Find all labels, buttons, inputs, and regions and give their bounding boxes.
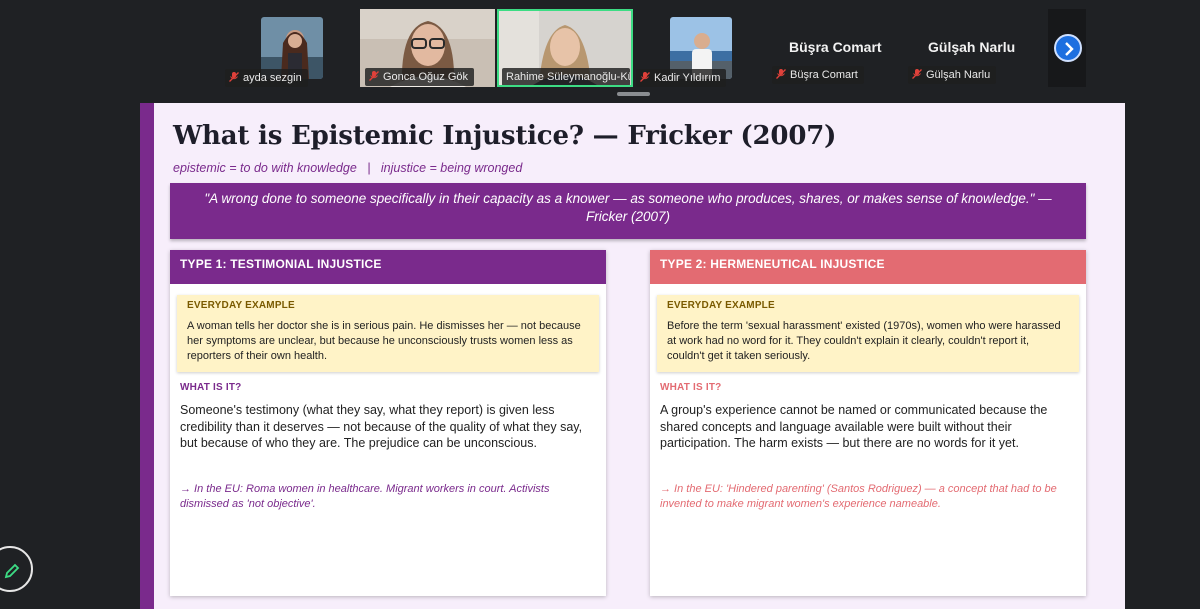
participant-name-chip: Rahime Süleymanoğlu-Kü... xyxy=(502,68,630,85)
pencil-icon xyxy=(4,563,20,579)
mic-off-icon xyxy=(640,72,650,82)
participant-strip: ayda sezgin Gonca Oğuz Gök Rahime Süleym… xyxy=(0,0,1200,100)
participant-name-chip: Gülşah Narlu xyxy=(908,66,997,84)
next-participants-button[interactable] xyxy=(1054,34,1082,62)
participant-display-name: Büşra Comart xyxy=(789,39,882,55)
example-box: EVERYDAY EXAMPLE A woman tells her docto… xyxy=(177,295,599,372)
participant-display-name: Gülşah Narlu xyxy=(928,39,1016,55)
slide-accent-bar xyxy=(140,103,154,609)
participant-name: Gonca Oğuz Gök xyxy=(383,71,468,83)
example-text: A woman tells her doctor she is in serio… xyxy=(187,320,581,362)
card-testimonial-injustice: TYPE 1: TESTIMONIAL INJUSTICE EVERYDAY E… xyxy=(170,250,606,596)
example-text: Before the term 'sexual harassment' exis… xyxy=(667,320,1061,362)
mic-off-icon xyxy=(776,69,786,79)
participant-name-chip: Gonca Oğuz Gök xyxy=(365,68,474,86)
slide-subtitle: epistemic = to do with knowledge | injus… xyxy=(173,161,523,175)
chevron-right-icon xyxy=(1065,42,1074,56)
eu-example-text: → In the EU: 'Hindered parenting' (Santo… xyxy=(660,483,1057,510)
example-label: EVERYDAY EXAMPLE xyxy=(667,300,775,311)
mic-off-icon xyxy=(912,69,922,79)
participant-name: Kadir Yıldırım xyxy=(654,72,721,84)
participant-video[interactable]: Gonca Oğuz Gök xyxy=(360,9,495,87)
participant-name-chip: Kadir Yıldırım xyxy=(636,69,727,87)
example-label: EVERYDAY EXAMPLE xyxy=(187,300,295,311)
quote-box: "A wrong done to someone specifically in… xyxy=(170,183,1086,239)
what-text: Someone's testimony (what they say, what… xyxy=(180,403,583,450)
what-label: WHAT IS IT? xyxy=(180,382,242,393)
mic-off-icon xyxy=(229,72,239,82)
participant-name: ayda sezgin xyxy=(243,72,302,84)
annotate-button[interactable] xyxy=(0,546,33,592)
what-label: WHAT IS IT? xyxy=(660,382,722,393)
card-header: TYPE 2: HERMENEUTICAL INJUSTICE xyxy=(650,250,1086,284)
participant-name: Rahime Süleymanoğlu-Kü... xyxy=(506,71,630,83)
participant-tile[interactable]: Kadir Yıldırım xyxy=(636,9,746,87)
participant-name-chip: ayda sezgin xyxy=(225,69,308,87)
participant-tile[interactable]: ayda sezgin xyxy=(225,9,330,87)
participant-name: Büşra Comart xyxy=(790,69,858,81)
participant-name: Gülşah Narlu xyxy=(926,69,991,81)
strip-resize-handle[interactable] xyxy=(617,92,650,96)
shared-slide: What is Epistemic Injustice? — Fricker (… xyxy=(140,103,1125,609)
what-text: A group's experience cannot be named or … xyxy=(660,403,1048,450)
eu-example-text: → In the EU: Roma women in healthcare. M… xyxy=(180,483,550,510)
participant-name-chip: Büşra Comart xyxy=(772,66,864,84)
slide-title: What is Epistemic Injustice? — Fricker (… xyxy=(173,121,837,151)
participant-tile[interactable]: Gülşah Narlu Gülşah Narlu xyxy=(906,9,1026,87)
participant-video-active-speaker[interactable]: Rahime Süleymanoğlu-Kü... xyxy=(497,9,633,87)
card-hermeneutical-injustice: TYPE 2: HERMENEUTICAL INJUSTICE EVERYDAY… xyxy=(650,250,1086,596)
example-box: EVERYDAY EXAMPLE Before the term 'sexual… xyxy=(657,295,1079,372)
card-header: TYPE 1: TESTIMONIAL INJUSTICE xyxy=(170,250,606,284)
participant-tile[interactable]: Büşra Comart Büşra Comart xyxy=(770,9,890,87)
mic-off-icon xyxy=(369,71,379,81)
